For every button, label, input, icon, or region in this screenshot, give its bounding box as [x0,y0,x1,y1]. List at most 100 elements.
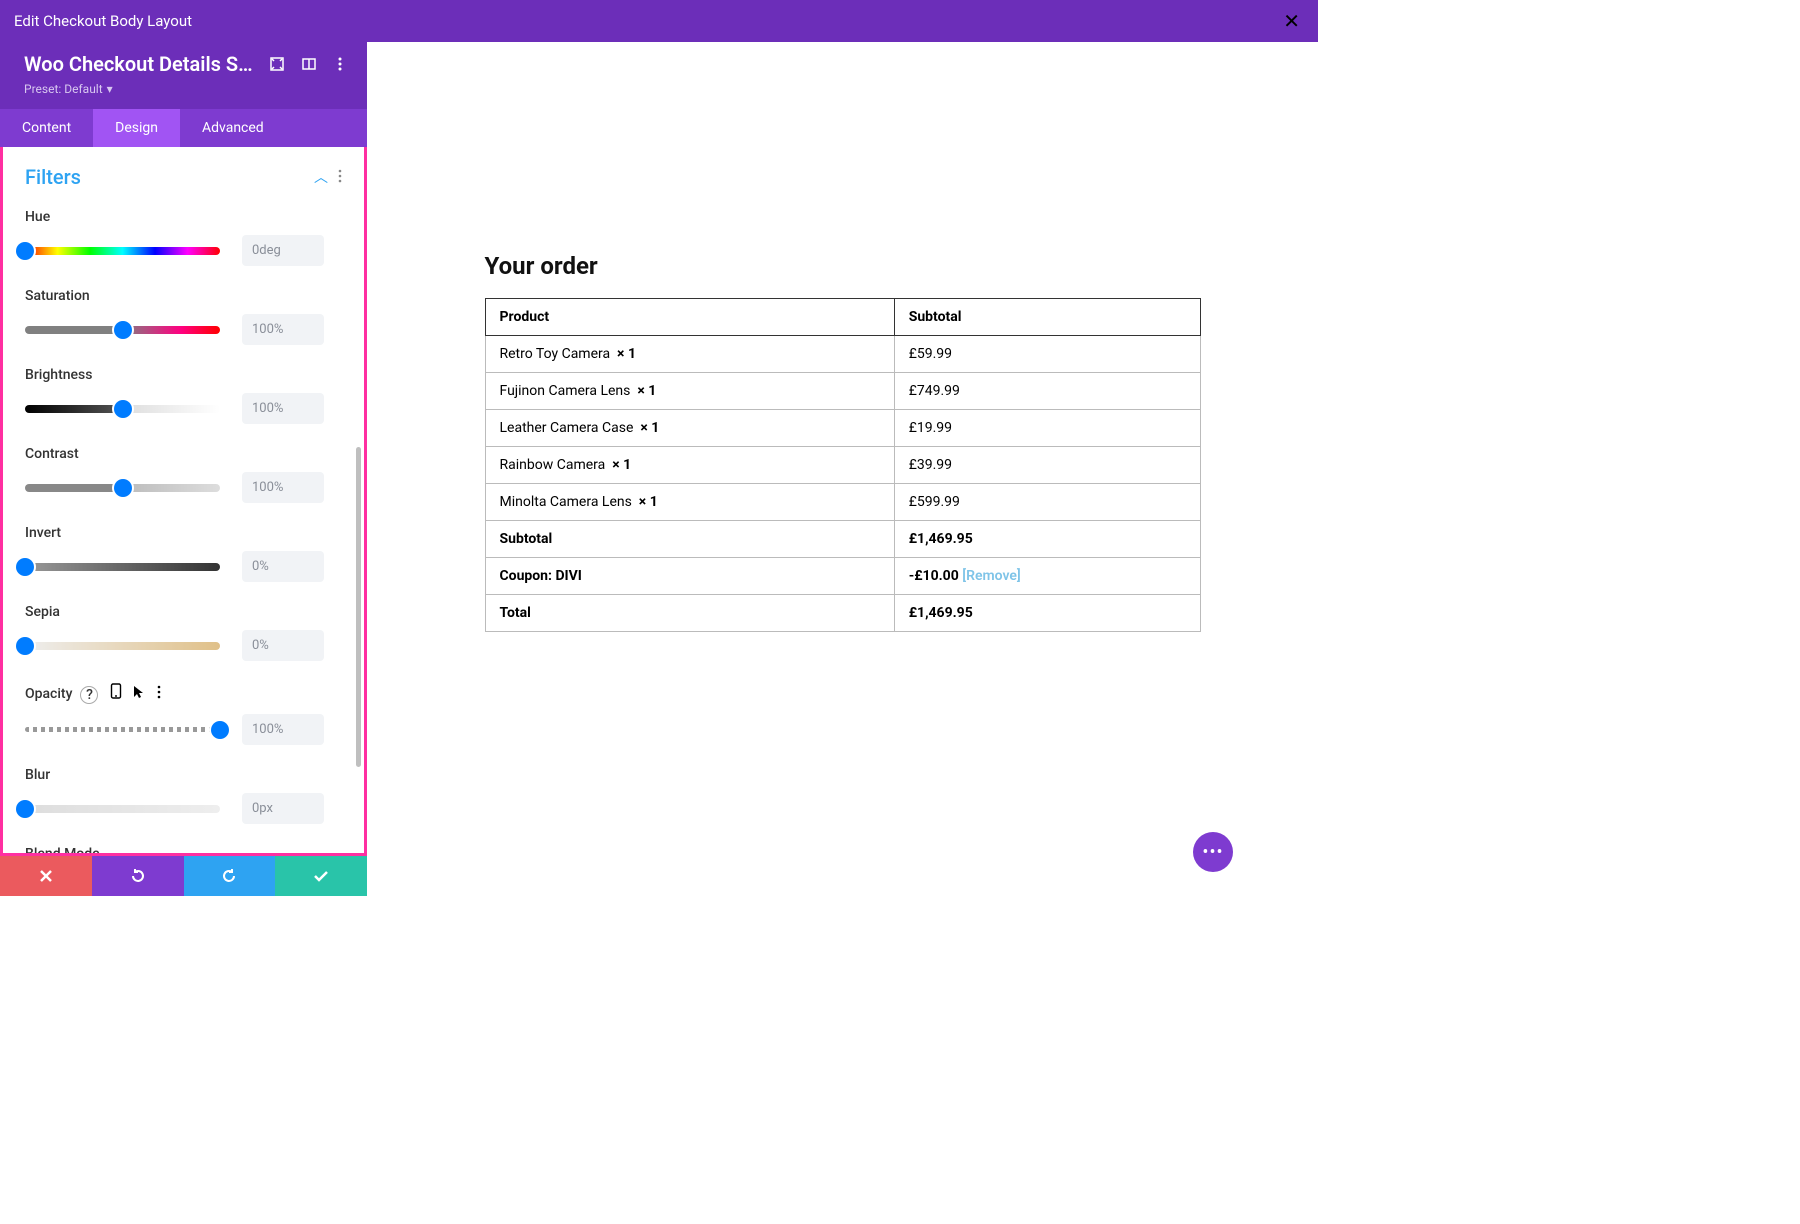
slider-invert[interactable] [25,563,220,571]
control-blur: Blur 0px [25,767,342,824]
order-summary: Your order Product Subtotal Retro Toy Ca… [485,252,1201,632]
label-brightness: Brightness [25,367,342,383]
value-hue[interactable]: 0deg [242,235,324,266]
control-hue: Hue 0deg [25,209,342,266]
price-cell: £39.99 [894,447,1200,484]
value-contrast[interactable]: 100% [242,472,324,503]
cancel-button[interactable] [0,856,92,896]
control-invert: Invert 0% [25,525,342,582]
slider-contrast[interactable] [25,484,220,492]
slider-thumb[interactable] [114,321,132,339]
help-icon[interactable]: ? [80,686,98,704]
control-blend-mode: Blend Mode Normal ▾ [25,846,342,856]
qty: × 1 [639,494,658,510]
value-sepia[interactable]: 0% [242,630,324,661]
value-brightness[interactable]: 100% [242,393,324,424]
control-opacity: Opacity ? [25,683,342,745]
label-contrast: Contrast [25,446,342,462]
remove-coupon-link[interactable]: [Remove] [962,568,1021,584]
product-cell: Retro Toy Camera × 1 [485,336,894,373]
slider-thumb[interactable] [16,558,34,576]
product-cell: Minolta Camera Lens × 1 [485,484,894,521]
control-saturation: Saturation 100% [25,288,342,345]
slider-thumb[interactable] [114,400,132,418]
table-row: Rainbow Camera × 1£39.99 [485,447,1200,484]
slider-opacity[interactable] [25,727,220,732]
undo-button[interactable] [92,856,184,896]
order-title: Your order [485,252,1201,280]
label-invert: Invert [25,525,342,541]
product-cell: Leather Camera Case × 1 [485,410,894,447]
footer-actions [0,856,367,896]
save-button[interactable] [275,856,367,896]
value-saturation[interactable]: 100% [242,314,324,345]
preview-area: Your order Product Subtotal Retro Toy Ca… [367,42,1318,896]
qty: × 1 [640,420,659,436]
slider-sepia[interactable] [25,642,220,650]
qty: × 1 [637,383,656,399]
settings-sidebar: Edit Checkout Body Layout Woo Checkout D… [0,0,367,896]
col-product: Product [485,299,894,336]
value-opacity[interactable]: 100% [242,714,324,745]
price-cell: £59.99 [894,336,1200,373]
total-value: £1,469.95 [894,595,1200,632]
value-invert[interactable]: 0% [242,551,324,582]
section-menu-icon[interactable] [338,168,342,187]
label-hue: Hue [25,209,342,225]
expand-icon[interactable] [268,55,286,73]
module-title: Woo Checkout Details Setti... [24,52,254,76]
label-blend-mode: Blend Mode [25,846,342,856]
qty: × 1 [612,457,631,473]
total-label: Total [485,595,894,632]
titlebar-extension: ✕ [367,0,1318,42]
settings-tabs: Content Design Advanced [0,109,367,147]
coupon-value: -£10.00 [Remove] [894,558,1200,595]
cursor-icon[interactable] [133,687,148,703]
slider-thumb[interactable] [16,800,34,818]
slider-hue[interactable] [25,247,220,255]
product-cell: Fujinon Camera Lens × 1 [485,373,894,410]
tab-content[interactable]: Content [0,109,93,147]
label-blur: Blur [25,767,342,783]
label-saturation: Saturation [25,288,342,304]
columns-icon[interactable] [300,55,318,73]
slider-thumb[interactable] [211,721,229,739]
value-blur[interactable]: 0px [242,793,324,824]
tab-design[interactable]: Design [93,109,180,147]
section-title: Filters [25,165,81,189]
coupon-label: Coupon: DIVI [485,558,894,595]
table-row: Minolta Camera Lens × 1£599.99 [485,484,1200,521]
slider-blur[interactable] [25,805,220,813]
collapse-icon[interactable]: ︿ [314,167,328,187]
qty: × 1 [617,346,636,362]
scrollbar[interactable] [356,447,361,767]
control-brightness: Brightness 100% [25,367,342,424]
slider-brightness[interactable] [25,405,220,413]
phone-icon[interactable] [110,687,125,703]
subtotal-label: Subtotal [485,521,894,558]
slider-thumb[interactable] [16,637,34,655]
redo-button[interactable] [184,856,276,896]
window-title: Edit Checkout Body Layout [14,12,192,30]
label-opacity: Opacity [25,686,72,702]
close-icon[interactable]: ✕ [1283,9,1300,33]
preset-selector[interactable]: Preset: Default ▾ [24,82,113,96]
order-table: Product Subtotal Retro Toy Camera × 1£59… [485,298,1201,632]
module-header: Woo Checkout Details Setti... Preset: De… [0,42,367,109]
filters-panel: Filters ︿ Hue 0deg [0,147,367,856]
table-row: Fujinon Camera Lens × 1£749.99 [485,373,1200,410]
slider-thumb[interactable] [16,242,34,260]
kebab-menu-icon[interactable] [157,687,161,703]
col-subtotal: Subtotal [894,299,1200,336]
kebab-menu-icon[interactable] [331,55,349,73]
slider-thumb[interactable] [114,479,132,497]
fab-more-button[interactable]: ••• [1193,832,1233,872]
tab-advanced[interactable]: Advanced [180,109,286,147]
slider-saturation[interactable] [25,326,220,334]
price-cell: £749.99 [894,373,1200,410]
product-cell: Rainbow Camera × 1 [485,447,894,484]
subtotal-value: £1,469.95 [894,521,1200,558]
price-cell: £599.99 [894,484,1200,521]
control-contrast: Contrast 100% [25,446,342,503]
label-sepia: Sepia [25,604,342,620]
